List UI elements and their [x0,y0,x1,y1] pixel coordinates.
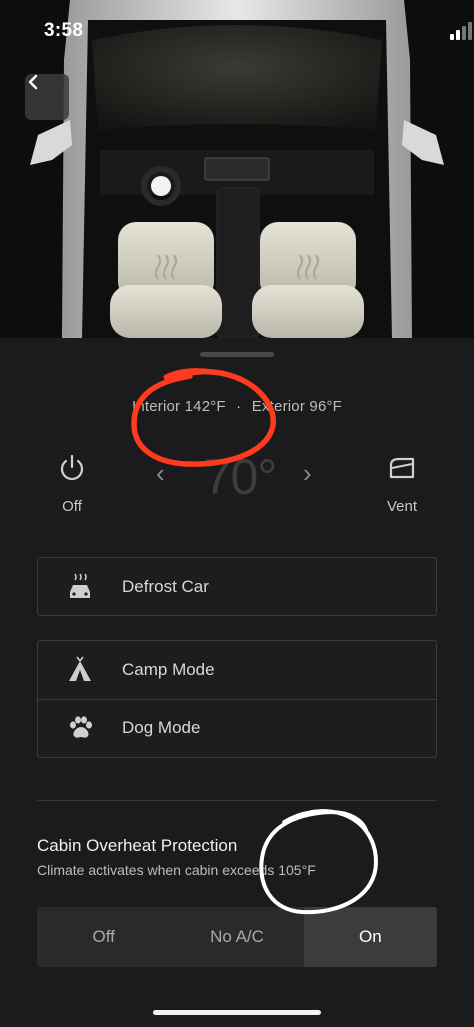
vent-label: Vent [386,498,418,515]
cabin-overheat-option-on[interactable]: On [303,907,437,967]
vent-button[interactable]: Vent [372,450,432,520]
cabin-overheat-option-no-ac[interactable]: No A/C [170,907,303,967]
defrost-card: Defrost Car [37,557,437,616]
temp-setpoint: 70° [203,449,278,505]
chevron-left-icon [28,74,38,90]
temp-decrease-button[interactable]: ‹ [156,458,165,489]
temp-separator: · [236,398,242,415]
section-divider [37,800,437,801]
power-label: Off [62,498,82,515]
cabin-overheat-segmented-control: Off No A/C On [37,907,437,967]
cabin-overheat-title: Cabin Overheat Protection [37,836,238,855]
interior-temp: Interior 142°F [131,398,226,415]
climate-power-button[interactable]: Off [42,450,102,520]
status-time: 3:58 [44,20,84,41]
paw-icon [70,716,92,738]
camp-mode-label: Camp Mode [122,660,215,679]
signal-icon [450,22,472,40]
drag-handle[interactable] [200,352,274,357]
exterior-temp: Exterior 96°F [251,398,343,415]
defrost-car-button[interactable]: Defrost Car [38,558,436,615]
car-top-view-illustration [30,0,444,338]
back-button[interactable] [25,74,69,120]
cabin-overheat-subtitle: Climate activates when cabin exceeds 105… [37,862,316,878]
temp-increase-button[interactable]: › [303,458,312,489]
temperature-readout: Interior 142°F · Exterior 96°F [0,398,474,415]
defrost-label: Defrost Car [122,576,209,596]
dog-mode-label: Dog Mode [122,718,201,737]
car-interior-image: 3:58 [0,0,474,338]
defrost-icon [70,573,90,598]
climate-panel: Interior 142°F · Exterior 96°F Off ‹ 70°… [0,338,474,1027]
tent-icon [69,656,91,681]
modes-card: Camp Mode Dog Mode [37,640,437,758]
power-icon [60,454,84,481]
dog-mode-button[interactable]: Dog Mode [38,699,436,757]
camp-mode-button[interactable]: Camp Mode [38,641,436,700]
home-indicator[interactable] [153,1010,321,1015]
cabin-overheat-option-off[interactable]: Off [37,907,170,967]
window-vent-icon [389,457,415,479]
